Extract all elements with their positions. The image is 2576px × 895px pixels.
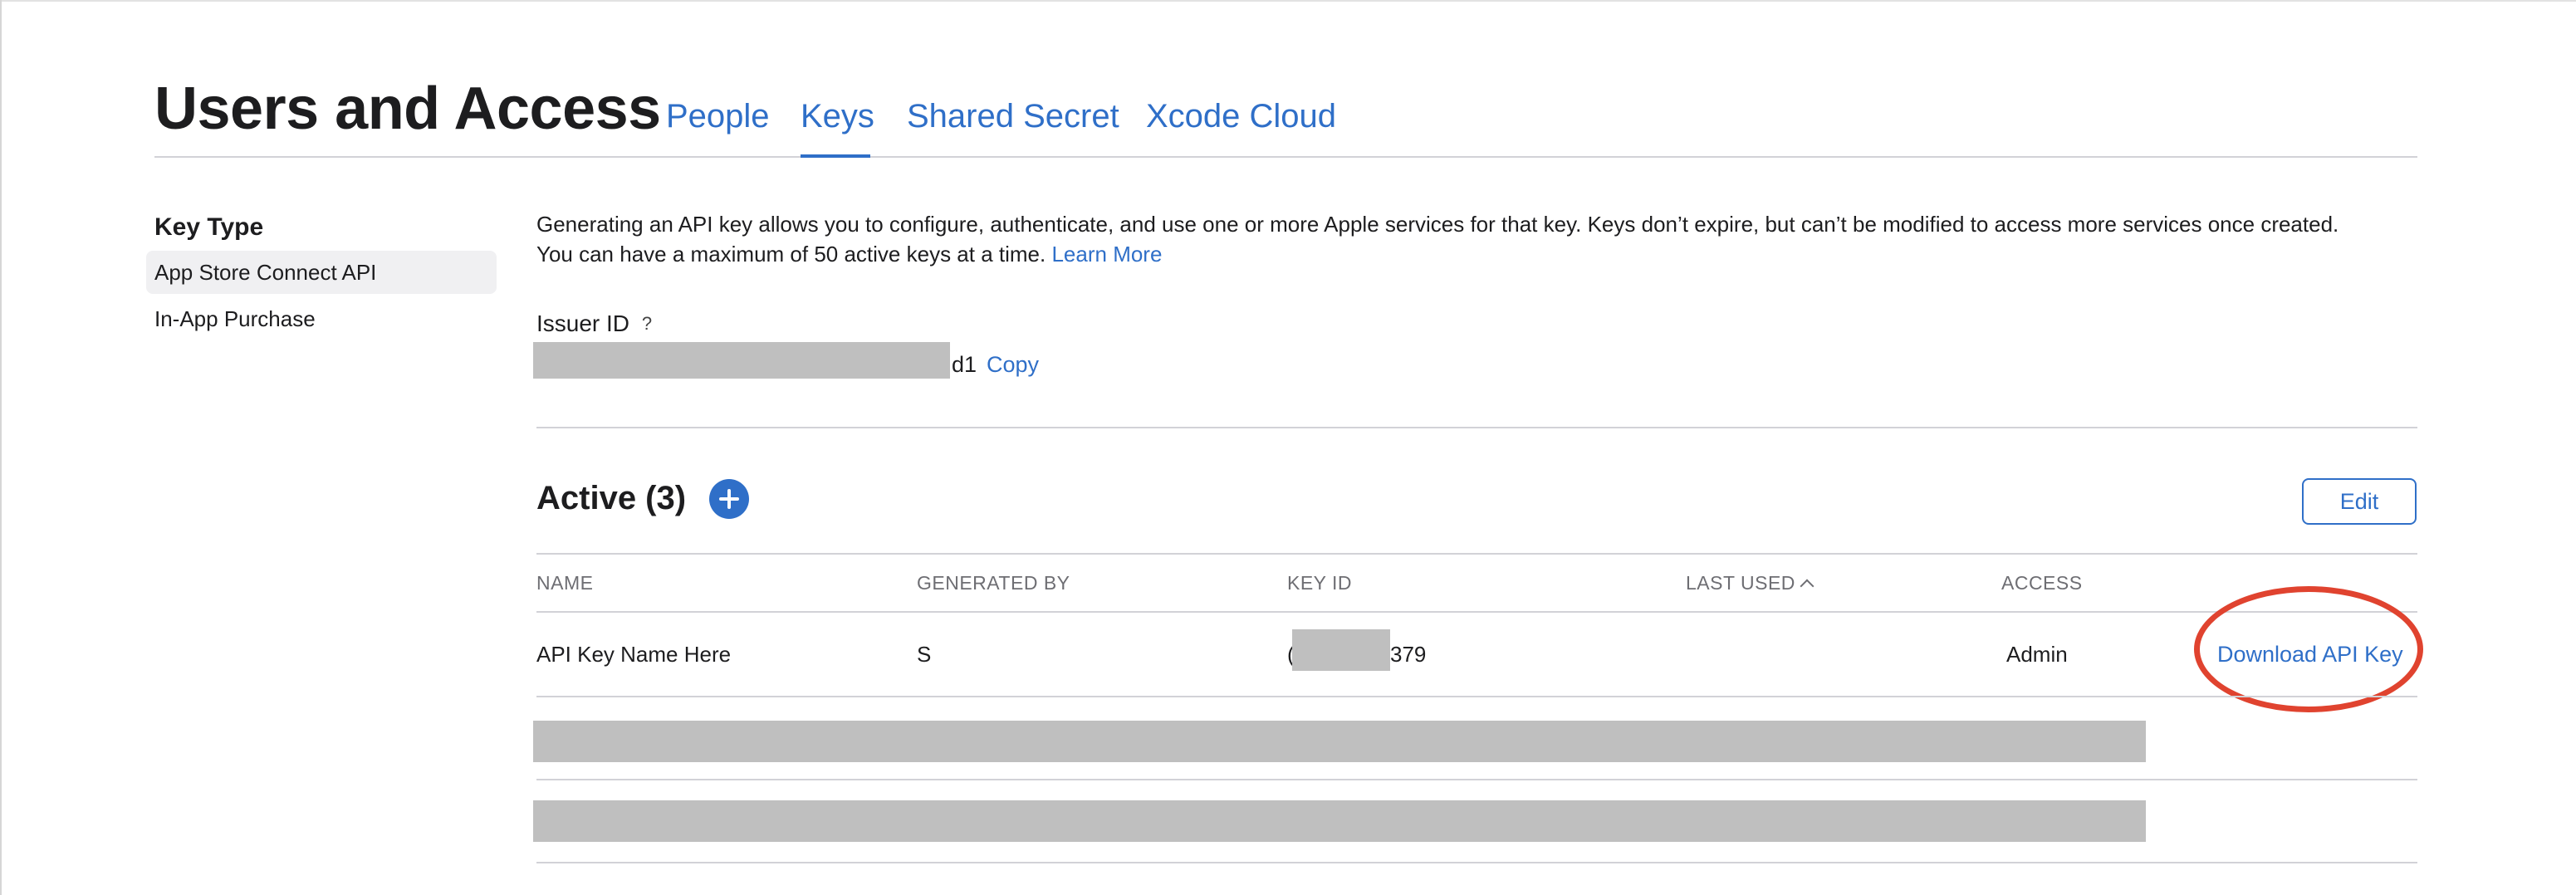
intro-line-2: You can have a maximum of 50 active keys… <box>536 242 1052 267</box>
table-top-divider <box>536 553 2417 555</box>
sidebar-item-app-store-connect-api[interactable]: App Store Connect API <box>146 251 497 294</box>
edit-button[interactable]: Edit <box>2302 478 2417 525</box>
row-3-divider <box>536 862 2417 863</box>
users-and-access-page: Users and Access People Keys Shared Secr… <box>0 0 2576 895</box>
tab-shared-secret[interactable]: Shared Secret <box>907 93 1119 139</box>
learn-more-link[interactable]: Learn More <box>1051 242 1162 267</box>
top-border <box>0 0 2576 2</box>
intro-line-2-wrap: You can have a maximum of 50 active keys… <box>536 239 2415 269</box>
key-name-cell: API Key Name Here <box>536 642 732 667</box>
redacted-row-3 <box>533 800 2146 842</box>
column-header-last-used[interactable]: LAST USED <box>1686 568 1814 598</box>
header-divider <box>154 156 2417 158</box>
issuer-id-visible-tail: d1 <box>952 352 977 377</box>
column-header-last-used-label: LAST USED <box>1686 572 1795 594</box>
issuer-section-divider <box>536 427 2417 428</box>
sidebar-title: Key Type <box>154 213 264 241</box>
tab-keys[interactable]: Keys <box>801 93 874 139</box>
sidebar-item-in-app-purchase[interactable]: In-App Purchase <box>146 297 497 340</box>
key-id-redaction <box>1292 629 1390 671</box>
issuer-id-redaction <box>533 342 950 379</box>
download-api-key-link[interactable]: Download API Key <box>2217 638 2403 671</box>
page-title: Users and Access <box>154 76 661 142</box>
copy-issuer-id-link[interactable]: Copy <box>987 349 1039 380</box>
help-icon[interactable]: ? <box>638 313 656 335</box>
active-keys-title: Active (3) <box>536 480 687 516</box>
column-header-key-id[interactable]: KEY ID <box>1287 568 1352 598</box>
generated-by-cell: S <box>917 642 932 667</box>
left-border <box>0 0 2 895</box>
row-2-divider <box>536 779 2417 780</box>
column-header-generated-by[interactable]: GENERATED BY <box>917 568 1070 598</box>
access-cell: Admin <box>2006 642 2068 667</box>
intro-description: Generating an API key allows you to conf… <box>536 209 2415 269</box>
column-header-name[interactable]: NAME <box>536 568 593 598</box>
issuer-id-label: Issuer ID <box>536 311 630 336</box>
column-header-access[interactable]: ACCESS <box>2001 568 2083 598</box>
add-key-button[interactable] <box>709 479 749 519</box>
redacted-row-2 <box>533 721 2146 762</box>
row-1-divider <box>536 696 2417 697</box>
table-header-divider <box>536 611 2417 613</box>
plus-icon-vertical <box>727 489 731 509</box>
intro-line-1: Generating an API key allows you to conf… <box>536 212 2339 237</box>
sort-ascending-icon <box>1800 579 1814 594</box>
tab-xcode-cloud[interactable]: Xcode Cloud <box>1146 93 1336 139</box>
active-tab-indicator <box>801 154 870 158</box>
tab-people[interactable]: People <box>666 93 770 139</box>
key-id-suffix: 379 <box>1390 642 1427 667</box>
